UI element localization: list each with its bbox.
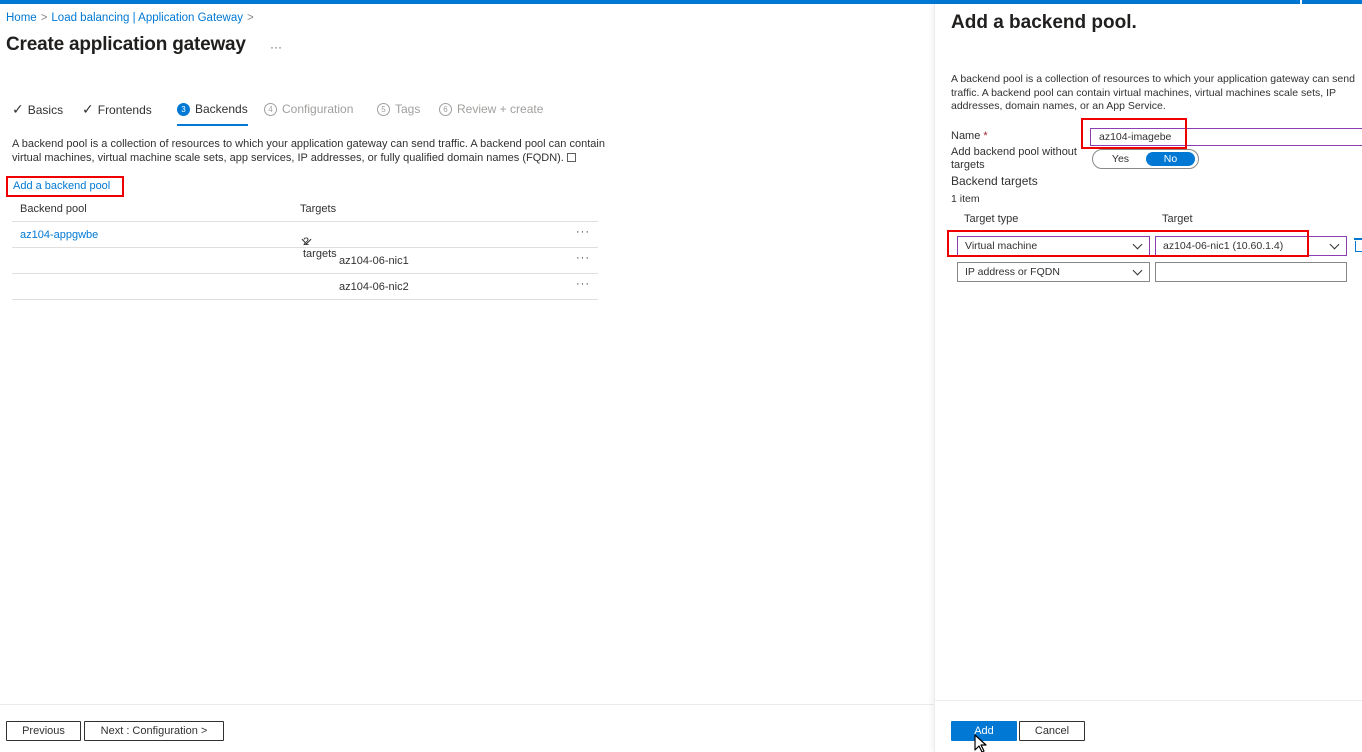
backend-pool-name-link[interactable]: az104-appgwbe <box>20 229 98 241</box>
row-more-icon[interactable]: ··· <box>576 226 590 238</box>
target-name: az104-06-nic1 <box>339 255 409 267</box>
checkmark-icon: ✓ <box>12 101 24 117</box>
row-more-icon[interactable]: ··· <box>576 278 590 290</box>
name-label: Name * <box>951 130 988 142</box>
without-targets-label: Add backend pool without targets <box>951 146 1077 171</box>
breadcrumb-home[interactable]: Home <box>6 12 37 24</box>
target-type-value: IP address or FQDN <box>965 266 1060 278</box>
tab-label: Backends <box>195 102 248 116</box>
toggle-no[interactable]: No <box>1146 152 1195 166</box>
cancel-button[interactable]: Cancel <box>1019 721 1085 741</box>
create-gateway-blade: Home > Load balancing | Application Gatewa… <box>0 4 934 752</box>
add-backend-pool-panel: Add a backend pool. A backend pool is a … <box>934 4 1362 752</box>
table-header: Backend pool Targets <box>12 198 598 222</box>
next-configuration-button[interactable]: Next : Configuration > <box>84 721 224 741</box>
tab-basics[interactable]: ✓ Basics <box>12 100 63 126</box>
table-row: az104-06-nic2 ··· <box>12 274 598 300</box>
step-number-icon: 3 <box>177 103 190 116</box>
required-marker: * <box>983 130 988 142</box>
chevron-right-icon: > <box>40 12 48 24</box>
step-number-icon: 6 <box>439 103 452 116</box>
column-header-target: Target <box>1162 213 1193 225</box>
table-row: az104-06-nic1 ··· <box>12 248 598 274</box>
description-text: A backend pool is a collection of resour… <box>12 138 605 164</box>
item-count: 1 item <box>951 193 980 205</box>
backend-pools-table: Backend pool Targets az104-appgwbe 2 tar… <box>12 198 598 300</box>
tab-label: Tags <box>395 102 421 116</box>
previous-button[interactable]: Previous <box>6 721 81 741</box>
breadcrumb-load-balancing[interactable]: Load balancing | Application Gateway <box>51 12 243 24</box>
highlight-box-name <box>1081 118 1187 149</box>
name-label-text: Name <box>951 130 981 142</box>
backend-description: A backend pool is a collection of resour… <box>12 138 612 165</box>
tab-review-create[interactable]: 6 Review + create <box>439 100 543 126</box>
wizard-footer: Previous Next : Configuration > <box>0 704 934 752</box>
column-header-target-type: Target type <box>964 213 1019 225</box>
column-header-targets: Targets <box>300 203 337 215</box>
tab-backends[interactable]: 3 Backends <box>177 100 248 126</box>
highlight-box-target-row <box>947 230 1309 257</box>
more-options-icon[interactable]: ··· <box>270 40 282 54</box>
step-number-icon: 5 <box>377 103 390 116</box>
external-link-icon[interactable] <box>566 152 576 162</box>
page-title: Create application gateway <box>6 34 246 55</box>
tab-label: Frontends <box>97 103 152 117</box>
chevron-right-icon: > <box>247 12 254 24</box>
target-name: az104-06-nic2 <box>339 281 409 293</box>
tab-label: Configuration <box>282 102 354 116</box>
tab-label: Basics <box>27 103 64 117</box>
tab-configuration[interactable]: 4 Configuration <box>264 100 353 126</box>
delete-icon[interactable] <box>1354 238 1362 252</box>
add-backend-pool-link[interactable]: Add a backend pool <box>6 176 124 197</box>
table-row: az104-appgwbe 2 targets ··· <box>12 222 598 260</box>
target-type-select-empty[interactable]: IP address or FQDN <box>957 262 1150 282</box>
tab-label: Review + create <box>457 102 544 116</box>
panel-title: Add a backend pool. <box>951 12 1137 33</box>
toggle-yes[interactable]: Yes <box>1096 152 1145 166</box>
checkmark-icon: ✓ <box>82 101 94 117</box>
panel-footer: Add Cancel <box>935 700 1362 752</box>
step-number-icon: 4 <box>264 103 277 116</box>
target-text-input[interactable] <box>1155 262 1347 282</box>
tab-tags[interactable]: 5 Tags <box>377 100 420 126</box>
column-header-backend-pool: Backend pool <box>20 203 87 215</box>
panel-description: A backend pool is a collection of resour… <box>951 73 1355 112</box>
chevron-down-icon <box>1329 239 1340 250</box>
without-targets-toggle: Yes No <box>1092 149 1199 169</box>
tab-frontends[interactable]: ✓ Frontends <box>82 100 152 126</box>
chevron-down-icon <box>1132 265 1143 276</box>
row-more-icon[interactable]: ··· <box>576 252 590 264</box>
backend-targets-heading: Backend targets <box>951 174 1038 188</box>
breadcrumb: Home > Load balancing | Application Gatewa… <box>6 12 258 24</box>
